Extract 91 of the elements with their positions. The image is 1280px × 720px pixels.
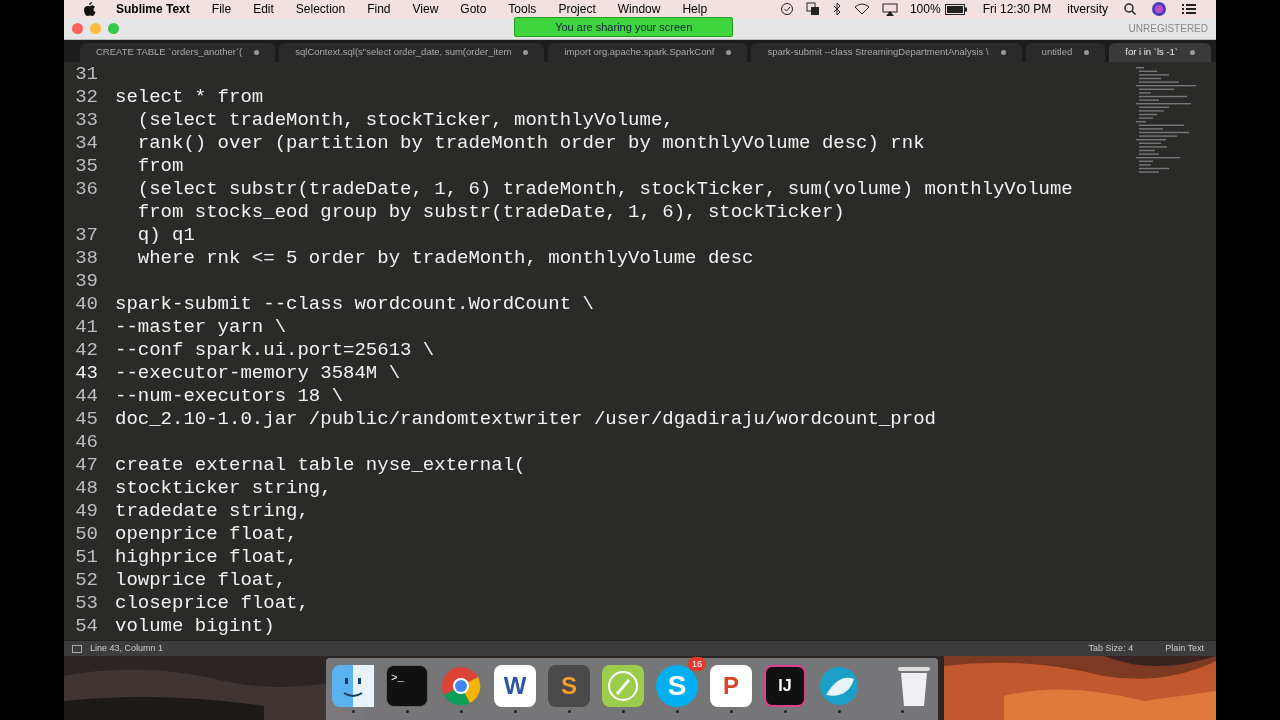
squares-icon[interactable] [805, 2, 820, 16]
line-number: 53 [74, 592, 98, 615]
line-number: 45 [74, 408, 98, 431]
menu-item[interactable]: View [412, 0, 439, 18]
menu-item[interactable]: Project [558, 0, 596, 18]
bluetooth-icon[interactable] [831, 2, 842, 16]
line-number: 37 [74, 224, 98, 247]
airplay-icon[interactable] [881, 2, 898, 16]
menu-item[interactable]: File [211, 0, 232, 18]
battery-percent: 100% [909, 1, 941, 18]
code-line: --num-executors 18 \ [115, 385, 344, 408]
menu-item[interactable]: Help [682, 0, 708, 18]
code-line: spark-submit --class wordcount.WordCount \ [115, 293, 594, 316]
editor-tab[interactable]: CREATE TABLE `orders_another`( [80, 43, 276, 62]
code-line: --executor-memory 3584M \ [115, 362, 401, 385]
editor-tab[interactable]: import org.apache.spark.SparkConf [548, 43, 748, 62]
trash-icon[interactable] [896, 665, 932, 707]
code-line: stockticker string, [115, 477, 332, 500]
menu-item[interactable]: Tools [508, 0, 537, 18]
code-line: --master yarn \ [115, 316, 287, 339]
check-badge-icon[interactable] [779, 2, 794, 16]
line-number: 31 [74, 63, 98, 86]
line-number: 35 [74, 155, 98, 178]
browser-icon[interactable] [440, 665, 482, 707]
notification-badge: 16 [688, 657, 706, 671]
powerpoint-icon[interactable]: P [710, 665, 752, 707]
word-icon[interactable]: W [494, 665, 536, 707]
face-icon[interactable] [332, 665, 374, 707]
menu-item[interactable]: Window [617, 0, 661, 18]
menu-item[interactable]: Find [367, 0, 391, 18]
code-line: lowprice float, [115, 569, 287, 592]
code-line: tradedate string, [115, 500, 309, 523]
terminal-icon[interactable]: >_ [386, 665, 428, 707]
clock[interactable]: Fri 12:30 PM [982, 0, 1052, 18]
line-number: 42 [74, 339, 98, 362]
code-line: from stocks_eod group by substr(tradeDate, 1, 6), stockTicker) [136, 201, 845, 224]
wifi-icon[interactable] [853, 3, 870, 15]
code-line: rank() over (partition by tradeMonth order by monthlyVolume desc) rnk [136, 132, 925, 155]
line-number: 39 [74, 270, 98, 293]
code-line: doc_2.10-1.0.jar /public/randomtextwriter /user/dgadiraju/wordcount_prod [115, 408, 936, 431]
line-number: 46 [74, 431, 98, 454]
apple-icon[interactable] [84, 2, 96, 16]
search-icon[interactable] [1124, 3, 1136, 15]
editor-tab[interactable]: spark-submit --class StreamingDepartmentAnalysis \ [751, 43, 1022, 62]
list-icon[interactable] [1182, 3, 1196, 15]
battery-icon[interactable] [944, 3, 967, 15]
line-number: 34 [74, 132, 98, 155]
app-menu[interactable]: Sublime Text [116, 0, 190, 18]
line-number: 52 [74, 569, 98, 592]
line-number: 36 [74, 178, 98, 201]
syntax-mode[interactable]: Plain Text [1165, 641, 1204, 656]
editor-tab[interactable]: for i in `ls -1` [1109, 43, 1212, 62]
menu-item[interactable]: Selection [295, 0, 346, 18]
orb-icon[interactable] [1152, 2, 1166, 16]
code-line: from [136, 155, 184, 178]
intellij-icon[interactable]: IJ [764, 665, 806, 707]
menu-item[interactable]: Goto [460, 0, 487, 18]
user-name[interactable]: itversity [1067, 0, 1108, 18]
sublime-icon[interactable]: S [548, 665, 590, 707]
code-line: volume bigint) [115, 615, 275, 638]
code-line: (select tradeMonth, stockTicker, monthlyVolume, [136, 109, 674, 132]
code-line: openprice float, [115, 523, 298, 546]
line-number: 38 [74, 247, 98, 270]
code-line: where rnk <= 5 order by tradeMonth, monthlyVolume desc [136, 247, 754, 270]
line-number: 51 [74, 546, 98, 569]
line-number: 54 [74, 615, 98, 638]
line-number: 43 [74, 362, 98, 385]
editor-tab[interactable]: sqlContext.sql(s"select order_date, sum(order_item [279, 43, 545, 62]
line-number: 49 [74, 500, 98, 523]
panel-icon[interactable] [72, 644, 82, 653]
code-line: highprice float, [115, 546, 298, 569]
line-number: 40 [74, 293, 98, 316]
tab-size[interactable]: Tab Size: 4 [1088, 641, 1134, 656]
line-number: 47 [74, 454, 98, 477]
sharing-banner: You are sharing your screen [514, 16, 734, 37]
line-number: 48 [74, 477, 98, 500]
line-number: 50 [74, 523, 98, 546]
line-number: 33 [74, 109, 98, 132]
code-line: (select substr(tradeDate, 1, 6) tradeMonth, stockTicker, sum(volume) monthlyVolume [136, 178, 1073, 201]
code-line: select * from [115, 86, 264, 109]
line-number: 32 [74, 86, 98, 109]
menu-item[interactable]: Edit [253, 0, 274, 18]
unregistered-label: UNREGISTERED [1128, 22, 1208, 36]
line-number: 44 [74, 385, 98, 408]
code-line: q) q1 [136, 224, 195, 247]
code-line: --conf spark.ui.port=25613 \ [115, 339, 435, 362]
code-line: create external table nyse_external( [115, 454, 526, 477]
code-line: closeprice float, [115, 592, 309, 615]
editor-tab[interactable]: untitled [1025, 43, 1106, 62]
line-number: 41 [74, 316, 98, 339]
cursor-position: Line 43, Column 1 [90, 641, 164, 655]
